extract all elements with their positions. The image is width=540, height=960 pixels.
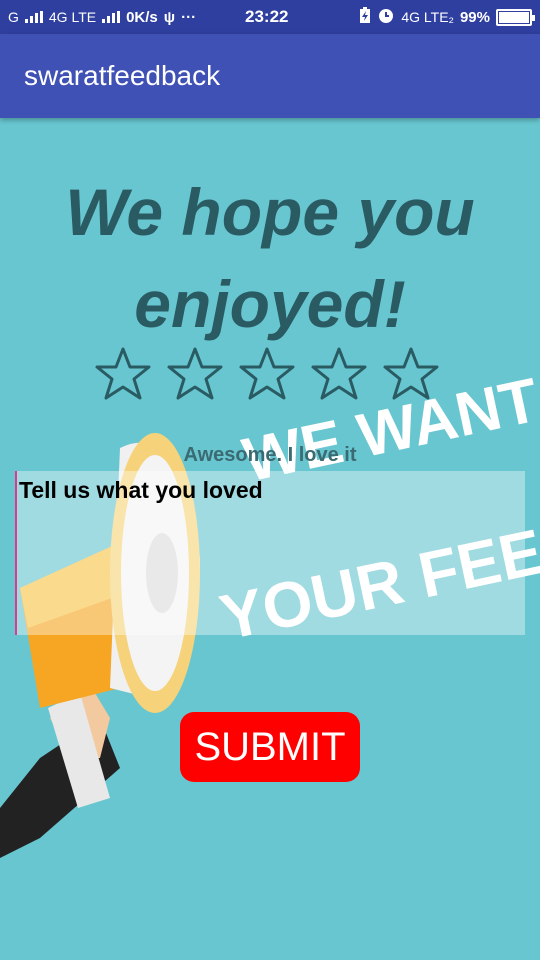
status-bar: G 4G LTE 0K/s ψ ··· 23:22 4G LTE₂ 99%: [0, 0, 540, 34]
battery-percent: 99%: [459, 8, 490, 26]
more-notifications-icon: ···: [181, 8, 197, 26]
star-rating[interactable]: [94, 346, 440, 402]
signal-icon: [24, 11, 43, 23]
clock: 23:22: [245, 7, 289, 26]
alarm-icon: [377, 6, 395, 28]
carrier-label: G: [8, 9, 19, 25]
network-label-2: 4G LTE₂: [401, 9, 454, 25]
star-icon-2[interactable]: [166, 346, 224, 402]
usb-icon: ψ: [163, 8, 176, 26]
status-right-group: 4G LTE₂ 99%: [359, 0, 535, 34]
data-speed: 0K/s: [126, 8, 158, 26]
status-left-group: G 4G LTE 0K/s ψ ···: [8, 0, 196, 34]
signal-icon-2: [102, 11, 121, 23]
battery-fill: [499, 11, 529, 23]
battery-saver-icon: [359, 6, 371, 28]
star-icon-3[interactable]: [238, 346, 296, 402]
star-icon-5[interactable]: [382, 346, 440, 402]
main-content: WE WANT YOUR FEEDBACK We hope you enjoye…: [0, 118, 540, 960]
headline: We hope you enjoyed!: [65, 175, 475, 341]
submit-button[interactable]: SUBMIT: [180, 712, 360, 782]
battery-icon: [496, 8, 535, 26]
star-icon-1[interactable]: [94, 346, 152, 402]
app-title: swaratfeedback: [24, 60, 221, 91]
star-icon-4[interactable]: [310, 346, 368, 402]
app-bar: swaratfeedback: [0, 34, 540, 118]
feedback-input[interactable]: [15, 471, 525, 635]
network-label: 4G LTE: [48, 9, 97, 25]
rating-caption: Awesome. I love it: [183, 444, 357, 466]
